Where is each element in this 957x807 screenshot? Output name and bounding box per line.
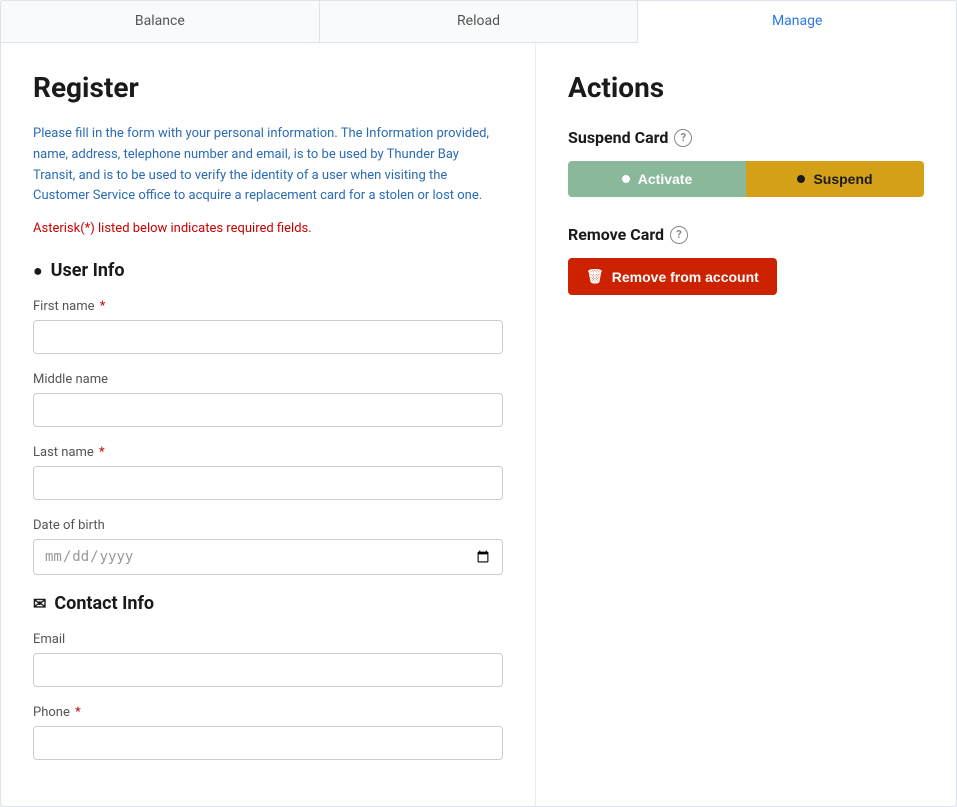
last-name-group: Last name * xyxy=(33,445,503,500)
user-info-title: User Info xyxy=(51,260,125,281)
trash-icon: 🗑 xyxy=(586,268,604,285)
email-label: Email xyxy=(33,632,503,647)
remove-card-title: Remove Card ? xyxy=(568,225,924,244)
suspend-card-title: Suspend Card ? xyxy=(568,128,924,147)
activate-button[interactable]: Activate xyxy=(568,161,746,197)
email-group: Email xyxy=(33,632,503,687)
right-panel: Actions Suspend Card ? Activate Suspend xyxy=(536,43,956,806)
last-name-label: Last name * xyxy=(33,445,503,460)
phone-required: * xyxy=(75,705,81,720)
phone-group: Phone * xyxy=(33,705,503,760)
first-name-group: First name * xyxy=(33,299,503,354)
first-name-required: * xyxy=(100,299,106,314)
middle-name-input[interactable] xyxy=(33,393,503,427)
tab-balance[interactable]: Balance xyxy=(1,1,320,42)
suspend-button[interactable]: Suspend xyxy=(746,161,924,197)
first-name-label: First name * xyxy=(33,299,503,314)
suspend-card-section: Suspend Card ? Activate Suspend xyxy=(568,128,924,197)
email-input[interactable] xyxy=(33,653,503,687)
dob-group: Date of birth xyxy=(33,518,503,575)
user-info-section-header: ● User Info xyxy=(33,260,503,281)
asterisk-note: Asterisk(*) listed below indicates requi… xyxy=(33,221,503,236)
suspend-toggle-group: Activate Suspend xyxy=(568,161,924,197)
email-icon: ✉ xyxy=(33,594,46,613)
contact-info-title: Contact Info xyxy=(54,593,154,614)
remove-card-section: Remove Card ? 🗑 Remove from account xyxy=(568,225,924,295)
info-text: Please fill in the form with your person… xyxy=(33,124,503,207)
page-title: Register xyxy=(33,71,503,104)
user-icon: ● xyxy=(33,261,43,281)
remove-from-account-button[interactable]: 🗑 Remove from account xyxy=(568,258,777,295)
left-panel: Register Please fill in the form with yo… xyxy=(1,43,536,806)
suspend-indicator xyxy=(797,175,805,183)
tab-manage[interactable]: Manage xyxy=(638,1,956,43)
middle-name-group: Middle name xyxy=(33,372,503,427)
asterisk-note-suffix: ) listed below indicates required fields… xyxy=(90,221,311,236)
phone-input[interactable] xyxy=(33,726,503,760)
main-container: Balance Reload Manage Register Please fi… xyxy=(0,0,957,807)
dob-input[interactable] xyxy=(33,539,503,575)
activate-indicator xyxy=(622,175,630,183)
last-name-input[interactable] xyxy=(33,466,503,500)
middle-name-label: Middle name xyxy=(33,372,503,387)
tab-bar: Balance Reload Manage xyxy=(1,1,956,43)
content-area: Register Please fill in the form with yo… xyxy=(1,43,956,806)
remove-card-help-icon[interactable]: ? xyxy=(670,226,688,244)
contact-info-section-header: ✉ Contact Info xyxy=(33,593,503,614)
tab-reload[interactable]: Reload xyxy=(320,1,639,42)
actions-title: Actions xyxy=(568,71,924,104)
asterisk-note-prefix: Asterisk( xyxy=(33,221,85,236)
phone-label: Phone * xyxy=(33,705,503,720)
last-name-required: * xyxy=(99,445,105,460)
dob-label: Date of birth xyxy=(33,518,503,533)
first-name-input[interactable] xyxy=(33,320,503,354)
suspend-card-help-icon[interactable]: ? xyxy=(674,129,692,147)
